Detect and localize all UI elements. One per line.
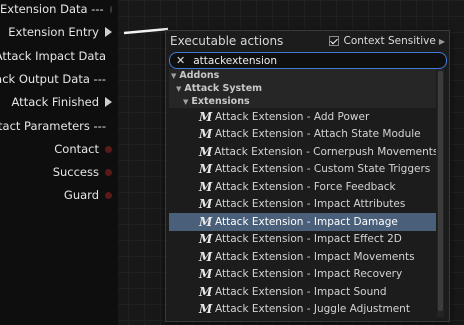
pin-label: Success xyxy=(52,165,99,179)
checkbox-checked-icon[interactable] xyxy=(329,36,340,46)
pin-dot-icon[interactable] xyxy=(109,5,112,13)
pin-guard: Guard xyxy=(0,186,118,204)
chevron-right-icon[interactable]: ▶ xyxy=(439,37,445,46)
action-item-label: Attack Extension - Impact Effect 2D xyxy=(215,233,402,246)
pin-extension-entry: Extension Entry xyxy=(0,23,118,41)
action-item-label: Attack Extension - Juggle Adjustment xyxy=(215,303,410,316)
context-sensitive-label: Context Sensitive xyxy=(343,35,436,47)
action-item-label: Attack Extension - Cornerpush Movements xyxy=(214,145,436,158)
action-item-label: Attack Extension - Custom State Triggers xyxy=(215,163,431,176)
action-item[interactable]: M Attack Extension - Juggle Adjustment xyxy=(169,301,436,318)
category-label: Addons xyxy=(179,70,220,81)
menu-header: Executable actions Context Sensitive ▶ xyxy=(166,31,449,51)
pin-contact: Contact xyxy=(0,140,118,158)
scrollbar[interactable] xyxy=(437,69,444,317)
action-item-label: Attack Extension - Impact Sound xyxy=(215,285,387,298)
function-icon: M xyxy=(199,267,213,282)
action-item[interactable]: M Attack Extension - Add Power xyxy=(169,108,436,126)
pin-success: Success xyxy=(0,163,118,181)
action-item[interactable]: M Attack Extension - Impact Attributes xyxy=(169,196,436,214)
action-item-label: Attack Extension - Impact Attributes xyxy=(215,198,406,211)
function-icon: M xyxy=(199,197,213,212)
exec-wire xyxy=(124,27,168,35)
function-icon: M xyxy=(199,284,213,299)
action-item[interactable]: M Attack Extension - Attach State Module xyxy=(169,126,436,144)
action-item-selected[interactable]: M Attack Extension - Impact Damage xyxy=(169,213,436,231)
pin-label: Guard xyxy=(63,188,99,202)
action-item-label: Attack Extension - Add Power xyxy=(215,110,370,123)
action-item[interactable]: M Attack Extension - Impact Recovery xyxy=(169,266,436,284)
expand-triangle-icon[interactable]: ▼ xyxy=(176,85,181,93)
clear-search-icon[interactable]: ✕ xyxy=(176,54,185,67)
pin-label: Contact xyxy=(54,142,99,156)
category-attack-system[interactable]: ▼ Attack System xyxy=(169,82,436,95)
function-icon: M xyxy=(199,232,213,247)
pin-dot-icon[interactable] xyxy=(105,191,112,199)
pin-attack-impact-data: Attack Impact Data xyxy=(0,47,118,65)
action-item[interactable]: M Attack Extension - Force Feedback xyxy=(169,178,436,196)
category-addons[interactable]: ▼ Addons xyxy=(169,69,436,82)
action-item-label: Attack Extension - Impact Recovery xyxy=(215,268,403,281)
function-icon: M xyxy=(199,249,213,264)
pin-extension-data: Extension Data --- xyxy=(0,0,118,18)
action-item[interactable]: M Attack Extension - Impact Movements xyxy=(169,248,436,266)
function-icon: M xyxy=(199,144,213,159)
category-label: Extensions xyxy=(191,96,250,107)
pin-label: ack Output Data --- xyxy=(0,72,106,86)
pin-label: Attack Impact Data xyxy=(0,49,106,63)
action-item-label: Attack Extension - Impact Damage xyxy=(215,215,398,228)
action-item[interactable]: M Attack Extension - Cornerpush Movement… xyxy=(169,143,436,161)
context-sensitive-toggle[interactable]: Context Sensitive ▶ xyxy=(329,35,445,47)
expand-triangle-icon[interactable]: ▼ xyxy=(171,72,176,80)
search-box[interactable]: ✕ xyxy=(169,52,447,69)
action-tree[interactable]: ▼ Addons ▼ Attack System ▼ Extensions M … xyxy=(169,69,436,317)
pin-label: Extension Entry xyxy=(8,25,99,39)
graph-node-panel: Extension Data --- Extension Entry Attac… xyxy=(0,0,118,325)
action-item[interactable]: M Attack Extension - Custom State Trigge… xyxy=(169,161,436,179)
exec-pin-icon[interactable] xyxy=(105,27,112,37)
function-icon: M xyxy=(199,162,213,177)
action-item-label: Attack Extension - Force Feedback xyxy=(215,180,396,193)
function-icon: M xyxy=(199,109,213,124)
exec-pin-icon[interactable] xyxy=(105,97,112,107)
expand-triangle-icon[interactable]: ▼ xyxy=(183,98,188,106)
category-label: Attack System xyxy=(184,83,263,94)
pin-dot-icon[interactable] xyxy=(105,168,112,176)
scrollbar-thumb[interactable] xyxy=(438,71,443,311)
pin-label: Attack Finished xyxy=(11,95,99,109)
category-extensions[interactable]: ▼ Extensions xyxy=(169,95,436,108)
pin-attack-finished: Attack Finished xyxy=(0,93,118,111)
pin-contact-parameters: tact Parameters --- xyxy=(0,117,118,135)
pin-label: tact Parameters --- xyxy=(0,119,106,133)
function-icon: M xyxy=(199,214,213,229)
menu-title: Executable actions xyxy=(170,34,284,48)
action-item-label: Attack Extension - Attach State Module xyxy=(215,128,421,141)
function-icon: M xyxy=(199,179,213,194)
pin-label: Extension Data --- xyxy=(0,2,104,16)
action-item-label: Attack Extension - Impact Movements xyxy=(215,250,415,263)
pin-dot-icon[interactable] xyxy=(105,145,112,153)
function-icon: M xyxy=(199,302,213,317)
action-item[interactable]: M Attack Extension - Impact Effect 2D xyxy=(169,231,436,249)
action-item[interactable]: M Attack Extension - Impact Sound xyxy=(169,283,436,301)
function-icon: M xyxy=(199,127,213,142)
action-menu: Executable actions Context Sensitive ▶ ✕… xyxy=(165,30,450,322)
pin-attack-output-data: ack Output Data --- xyxy=(0,70,118,88)
search-input[interactable] xyxy=(193,54,414,67)
